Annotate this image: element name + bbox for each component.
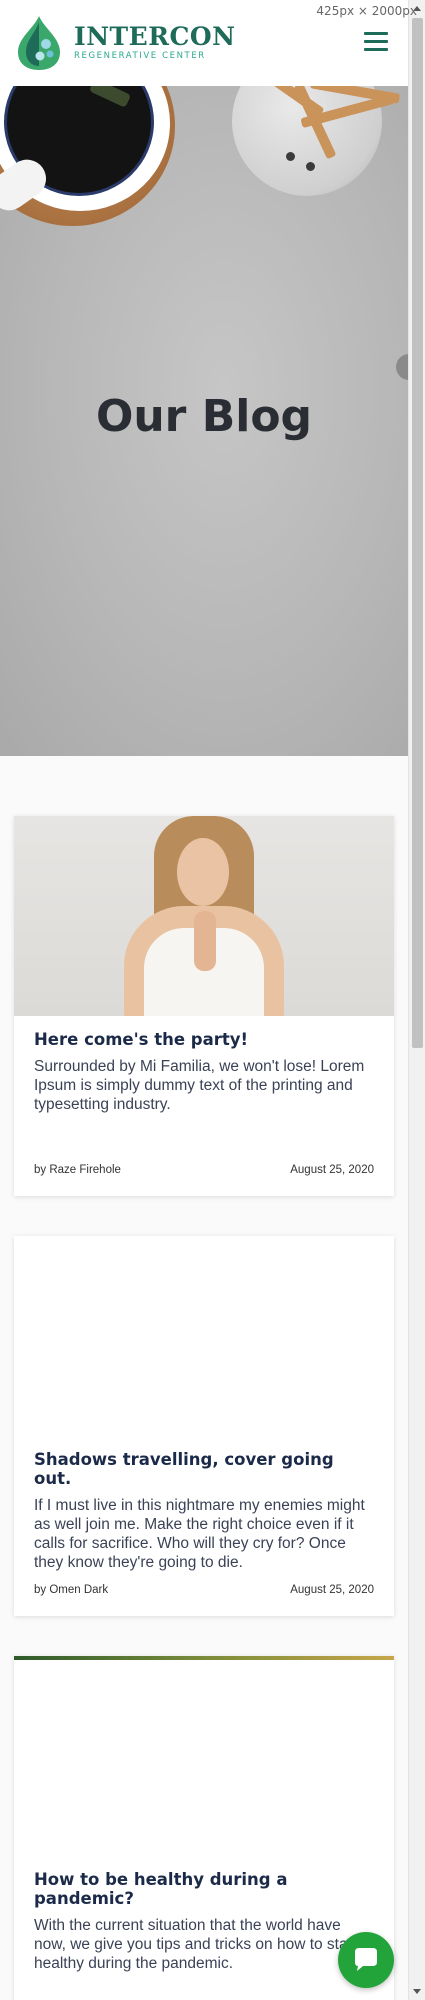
- page: INTERCON REGENERATIVE CENTER Our Blog He…: [0, 0, 408, 2000]
- blog-post-card[interactable]: Shadows travelling, cover going out. If …: [14, 1236, 394, 1616]
- pencil-tip-image: [286, 152, 295, 161]
- post-excerpt: With the current situation that the worl…: [34, 1917, 356, 1972]
- logo-subtitle: REGENERATIVE CENTER: [74, 51, 206, 61]
- post-date: August 25, 2020: [290, 1164, 374, 1176]
- post-meta: by Omen Dark August 25, 2020: [14, 1564, 394, 1616]
- post-image: [14, 1236, 394, 1436]
- hero-banner: Our Blog: [0, 86, 408, 756]
- post-excerpt: If I must live in this nightmare my enem…: [34, 1497, 365, 1571]
- post-image: [14, 1656, 394, 1856]
- post-image: [14, 816, 394, 1016]
- logo-drop-icon: [18, 16, 60, 70]
- chat-bubble-icon[interactable]: [338, 1932, 394, 1988]
- blog-post-card[interactable]: Here come's the party! Surrounded by Mi …: [14, 816, 394, 1196]
- blog-post-card[interactable]: How to be healthy during a pandemic? Wit…: [14, 1656, 394, 2000]
- post-excerpt: Surrounded by Mi Familia, we won't lose!…: [34, 1058, 365, 1113]
- site-logo[interactable]: INTERCON REGENERATIVE CENTER: [14, 14, 236, 72]
- post-title[interactable]: Here come's the party!: [34, 1030, 374, 1049]
- post-author: by Omen Dark: [34, 1584, 109, 1596]
- post-date: August 25, 2020: [290, 1584, 374, 1596]
- viewport-size-label: 425px × 2000px: [316, 4, 417, 18]
- post-author: by Raze Firehole: [34, 1164, 121, 1176]
- hamburger-menu-icon[interactable]: [364, 32, 388, 52]
- scrollbar-thumb[interactable]: [412, 18, 423, 1048]
- pencil-tip-image: [306, 162, 315, 171]
- logo-name: INTERCON: [74, 22, 236, 51]
- post-title[interactable]: How to be healthy during a pandemic?: [34, 1870, 374, 1908]
- page-title: Our Blog: [95, 391, 313, 442]
- decorative-object: [396, 354, 408, 380]
- post-title[interactable]: Shadows travelling, cover going out.: [34, 1450, 374, 1488]
- scroll-down-arrow-icon[interactable]: [413, 1989, 421, 1994]
- vertical-scrollbar[interactable]: [408, 0, 425, 2000]
- post-meta: by Raze Firehole August 25, 2020: [14, 1144, 394, 1196]
